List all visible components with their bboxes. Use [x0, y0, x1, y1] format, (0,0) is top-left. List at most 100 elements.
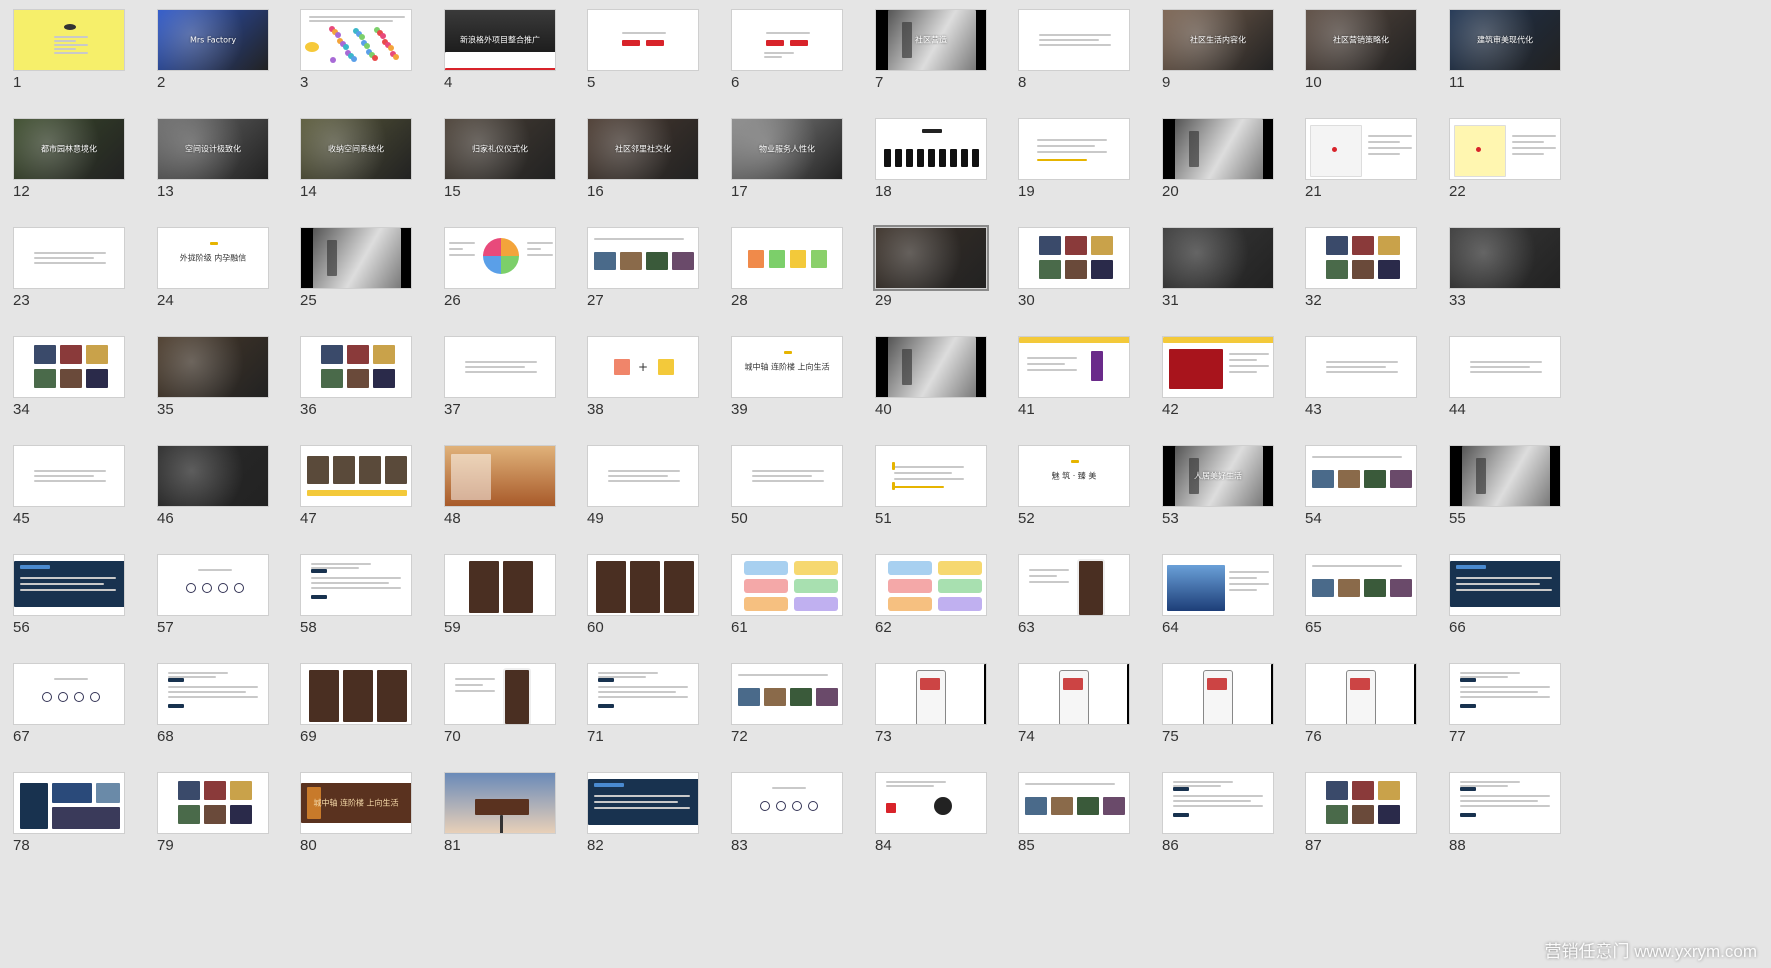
slide-thumbnail[interactable] — [1449, 445, 1561, 507]
slide-thumbnail[interactable]: 社区邻里社交化 — [587, 118, 699, 180]
slide-thumbnail[interactable]: 收纳空间系统化 — [300, 118, 412, 180]
slide-thumbnail[interactable] — [1305, 336, 1417, 398]
slide-thumbnail[interactable]: 城中轴 连阶楼 上向生活 — [300, 772, 412, 834]
slide-thumbnail[interactable] — [875, 336, 987, 398]
slide-thumbnail[interactable] — [731, 445, 843, 507]
slide-thumbnail[interactable] — [444, 772, 556, 834]
slide-thumbnail[interactable] — [587, 772, 699, 834]
slide-thumbnail[interactable]: 城中轴 连阶楼 上向生活 — [731, 336, 843, 398]
slide-thumbnail[interactable] — [1305, 118, 1417, 180]
slide-thumbnail[interactable] — [1018, 118, 1130, 180]
slide-thumbnail[interactable] — [13, 336, 125, 398]
slide-thumbnail[interactable]: 物业服务人性化 — [731, 118, 843, 180]
slide-thumbnail[interactable] — [157, 336, 269, 398]
slide-number: 35 — [157, 401, 174, 418]
slide-thumbnail[interactable] — [731, 663, 843, 725]
slide-thumbnail[interactable] — [731, 227, 843, 289]
slide-thumbnail[interactable] — [587, 227, 699, 289]
slide-thumbnail[interactable] — [444, 445, 556, 507]
slide-thumbnail[interactable] — [1305, 227, 1417, 289]
slide-thumbnail[interactable] — [300, 227, 412, 289]
slide-thumbnail[interactable] — [873, 225, 989, 291]
slide-thumbnail[interactable] — [875, 445, 987, 507]
slide-thumbnail[interactable]: + — [587, 336, 699, 398]
slide-thumbnail[interactable]: 社区营造 — [875, 9, 987, 71]
slide-thumbnail[interactable]: 外拢阶级 内孕融信 — [157, 227, 269, 289]
slide-thumbnail[interactable] — [1305, 445, 1417, 507]
slide-thumbnail[interactable] — [13, 227, 125, 289]
slide-thumbnail[interactable]: 社区生活内容化 — [1162, 9, 1274, 71]
slide-thumbnail[interactable] — [1162, 336, 1274, 398]
slide-thumbnail[interactable] — [875, 663, 987, 725]
slide-thumbnail[interactable] — [731, 554, 843, 616]
slide-thumbnail[interactable] — [444, 227, 556, 289]
slide-number: 22 — [1449, 183, 1466, 200]
slide-thumbnail[interactable]: 归家礼仪仪式化 — [444, 118, 556, 180]
slide-thumbnail[interactable] — [1449, 554, 1561, 616]
slide-thumbnail[interactable] — [587, 9, 699, 71]
slide-thumbnail[interactable] — [1162, 554, 1274, 616]
slide-thumbnail[interactable] — [1449, 772, 1561, 834]
slide-thumbnail[interactable] — [300, 336, 412, 398]
slide-thumbnail[interactable] — [1162, 663, 1274, 725]
slide-thumbnail[interactable] — [1305, 663, 1417, 725]
slide-thumbnail[interactable] — [1018, 772, 1130, 834]
slide-thumbnail[interactable] — [731, 9, 843, 71]
slide-title-text: 外拢阶级 内孕融信 — [179, 253, 247, 263]
slide-thumbnail[interactable] — [1018, 9, 1130, 71]
slide-thumbnail[interactable] — [13, 554, 125, 616]
slide-thumbnail[interactable] — [1449, 227, 1561, 289]
photo-image — [60, 345, 82, 364]
slide-thumbnail[interactable]: 社区营销策略化 — [1305, 9, 1417, 71]
slide-thumbnail[interactable]: 建筑审美现代化 — [1449, 9, 1561, 71]
slide-thumbnail[interactable] — [1162, 118, 1274, 180]
slide-thumbnail[interactable] — [1449, 336, 1561, 398]
slide-number: 18 — [875, 183, 892, 200]
slide-thumbnail[interactable] — [157, 663, 269, 725]
slide-thumbnail[interactable] — [1162, 227, 1274, 289]
text-line — [20, 577, 116, 579]
slide-thumbnail[interactable]: 魅 筑 · 臻 美 — [1018, 445, 1130, 507]
slide-number: 88 — [1449, 837, 1466, 854]
slide-thumbnail[interactable] — [587, 445, 699, 507]
slide-thumbnail[interactable]: 都市园林意境化 — [13, 118, 125, 180]
slide-thumbnail[interactable]: 新浪格外项目整合推广 — [444, 9, 556, 71]
slide-thumbnail[interactable] — [300, 445, 412, 507]
slide-thumbnail[interactable] — [875, 554, 987, 616]
slide-thumbnail[interactable] — [1449, 663, 1561, 725]
slide-thumbnail[interactable] — [1449, 118, 1561, 180]
slide-thumbnail[interactable]: Mrs Factory — [157, 9, 269, 71]
slide-thumbnail[interactable] — [13, 772, 125, 834]
slide-number: 48 — [444, 510, 461, 527]
red-stripe — [445, 68, 555, 70]
slide-thumbnail[interactable] — [1305, 772, 1417, 834]
slide-thumbnail[interactable] — [587, 554, 699, 616]
photo-image — [86, 345, 108, 364]
slide-thumbnail[interactable] — [1018, 227, 1130, 289]
slide-thumbnail[interactable] — [13, 445, 125, 507]
slide-thumbnail[interactable] — [157, 554, 269, 616]
slide-thumbnail[interactable] — [875, 118, 987, 180]
slide-thumbnail[interactable] — [157, 772, 269, 834]
slide-thumbnail[interactable] — [875, 772, 987, 834]
slide-thumbnail[interactable] — [1018, 663, 1130, 725]
slide-thumbnail[interactable] — [731, 772, 843, 834]
slide-thumbnail[interactable] — [444, 554, 556, 616]
slide-thumbnail[interactable] — [1018, 554, 1130, 616]
color-box — [748, 250, 764, 268]
slide-thumbnail[interactable] — [587, 663, 699, 725]
slide-thumbnail[interactable] — [1305, 554, 1417, 616]
slide-thumbnail[interactable] — [444, 336, 556, 398]
slide-thumbnail[interactable]: 人居美好生活 — [1162, 445, 1274, 507]
slide-thumbnail[interactable]: 空间设计极致化 — [157, 118, 269, 180]
slide-thumbnail[interactable] — [300, 663, 412, 725]
slide-thumbnail[interactable] — [300, 554, 412, 616]
slide-thumbnail[interactable] — [157, 445, 269, 507]
slide-thumbnail[interactable] — [300, 9, 412, 71]
slide-thumbnail[interactable] — [1018, 336, 1130, 398]
slide-thumbnail[interactable] — [444, 663, 556, 725]
map-pin-icon — [1332, 147, 1337, 152]
slide-thumbnail[interactable] — [1162, 772, 1274, 834]
slide-thumbnail[interactable] — [13, 9, 125, 71]
slide-thumbnail[interactable] — [13, 663, 125, 725]
